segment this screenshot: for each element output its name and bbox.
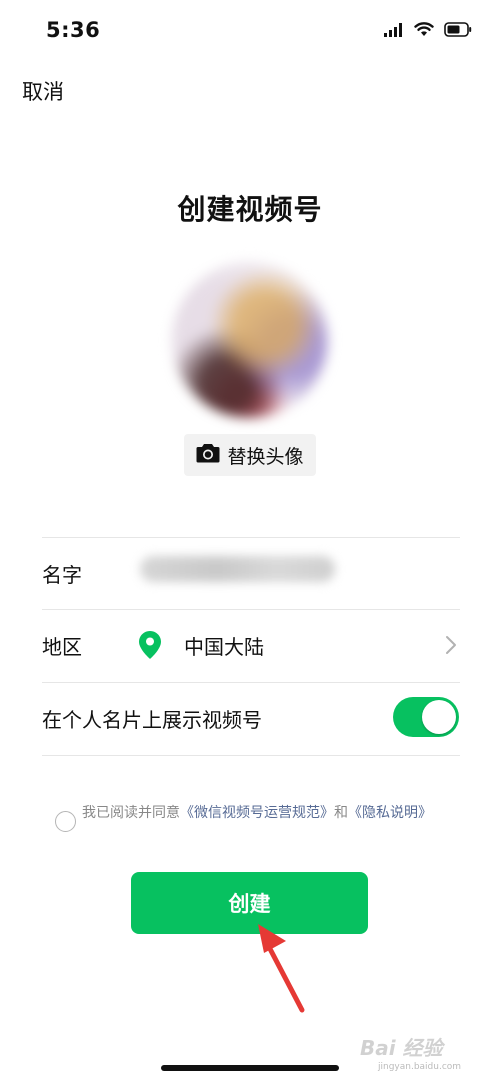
privacy-policy-link[interactable]: 《隐私说明》 xyxy=(348,805,432,821)
replace-avatar-label: 替换头像 xyxy=(227,445,304,468)
avatar[interactable] xyxy=(172,262,328,418)
divider xyxy=(42,755,460,756)
divider xyxy=(42,609,460,610)
operating-rules-link[interactable]: 《微信视频号运营规范》 xyxy=(180,805,334,821)
agreement-prefix: 我已阅读并同意 xyxy=(82,805,180,821)
agreement-text: 我已阅读并同意《微信视频号运营规范》和《隐私说明》 xyxy=(82,803,452,824)
show-on-card-label: 在个人名片上展示视频号 xyxy=(42,708,262,732)
home-indicator xyxy=(161,1065,339,1071)
name-label: 名字 xyxy=(42,563,82,587)
divider xyxy=(42,537,460,538)
toggle-knob xyxy=(422,700,456,734)
name-input[interactable] xyxy=(140,556,335,582)
wifi-icon xyxy=(414,22,434,41)
replace-avatar-button[interactable]: 替换头像 xyxy=(184,434,316,476)
location-pin-icon xyxy=(138,630,162,664)
status-time: 5:36 xyxy=(46,18,101,42)
status-icons xyxy=(384,22,472,41)
watermark-domain: jingyan.baidu.com xyxy=(378,1062,462,1072)
watermark: Bai 经验 xyxy=(360,1036,443,1060)
chevron-right-icon[interactable] xyxy=(444,634,458,660)
agreement-middle: 和 xyxy=(334,805,348,821)
battery-icon xyxy=(444,22,472,41)
cellular-signal-icon xyxy=(384,22,404,41)
annotation-arrow-icon xyxy=(250,915,320,1019)
page-title: 创建视频号 xyxy=(177,193,323,226)
agree-checkbox[interactable] xyxy=(55,811,76,832)
camera-icon xyxy=(196,443,220,467)
show-on-card-toggle[interactable] xyxy=(393,697,459,737)
divider xyxy=(42,682,460,683)
region-label: 地区 xyxy=(42,635,82,659)
cancel-button[interactable]: 取消 xyxy=(22,76,64,106)
region-value[interactable]: 中国大陆 xyxy=(184,631,264,660)
